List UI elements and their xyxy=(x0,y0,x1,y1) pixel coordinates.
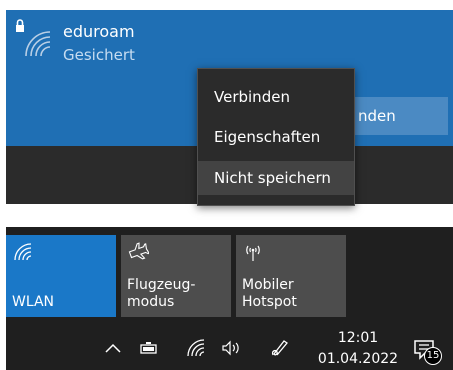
network-name: eduroam xyxy=(63,22,135,41)
wifi-icon xyxy=(14,243,32,261)
clock-date[interactable]: 01.04.2022 xyxy=(311,351,405,367)
context-menu: Verbinden Eigenschaften Nicht speichern xyxy=(197,68,355,206)
wifi-secured-icon xyxy=(16,19,51,57)
menu-item-forget[interactable]: Nicht speichern xyxy=(198,161,354,195)
network-status: Gesichert xyxy=(63,46,135,64)
airplane-icon xyxy=(128,242,149,260)
notification-count-badge: 15 xyxy=(424,347,442,365)
tile-label: WLAN xyxy=(12,294,55,310)
menu-item-connect[interactable]: Verbinden xyxy=(198,80,354,114)
quick-action-airplane-mode[interactable]: Flugzeug- modus xyxy=(121,235,231,317)
hotspot-icon xyxy=(246,245,260,261)
pen-icon[interactable] xyxy=(268,337,290,359)
battery-icon[interactable] xyxy=(138,337,160,359)
quick-action-wlan[interactable]: WLAN xyxy=(6,235,116,317)
action-center: WLAN Flugzeug- modus Mobiler Hotspot 12:… xyxy=(6,227,453,370)
menu-item-properties[interactable]: Eigenschaften xyxy=(198,120,354,154)
tile-label: Flugzeug- modus xyxy=(127,277,196,310)
clock-time[interactable]: 12:01 xyxy=(328,330,388,346)
taskbar: 12:01 01.04.2022 15 xyxy=(6,327,453,370)
tile-label: Mobiler Hotspot xyxy=(242,277,297,310)
connect-button[interactable]: nden xyxy=(346,97,448,135)
chevron-up-icon[interactable] xyxy=(102,337,124,359)
volume-icon[interactable] xyxy=(220,337,242,359)
wifi-icon[interactable] xyxy=(185,337,207,359)
quick-action-mobile-hotspot[interactable]: Mobiler Hotspot xyxy=(236,235,346,317)
